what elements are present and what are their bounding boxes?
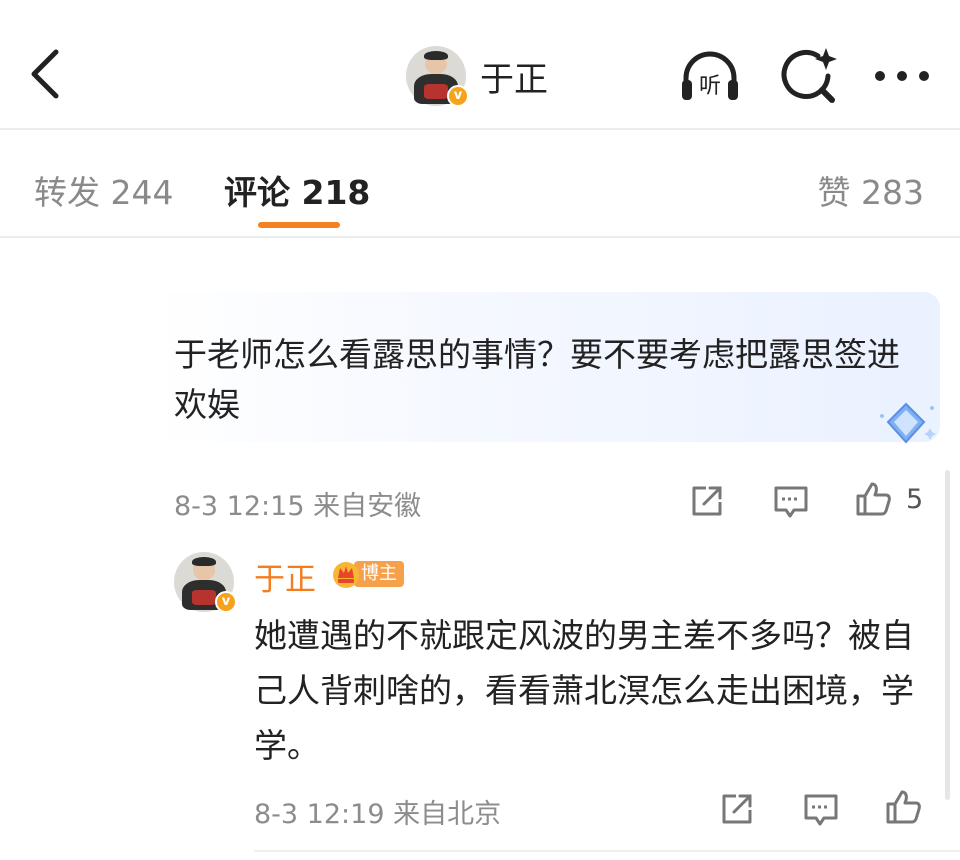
- tab-reposts[interactable]: 转发 244: [34, 166, 173, 214]
- verified-badge-icon: v: [215, 591, 237, 613]
- reply-author-name[interactable]: 于正: [254, 554, 316, 599]
- scrollbar[interactable]: [945, 470, 950, 800]
- tab-comments[interactable]: 评论 218: [224, 166, 370, 214]
- tab-likes[interactable]: 赞 283: [818, 166, 924, 214]
- author-avatar[interactable]: v: [406, 46, 469, 107]
- page-title: 于正: [480, 60, 548, 100]
- back-arrow-icon[interactable]: [22, 44, 72, 104]
- top-bar: v 于正 听: [0, 0, 960, 130]
- share-icon[interactable]: [688, 482, 726, 520]
- reply-text: 她遭遇的不就跟定风波的男主差不多吗？被自己人背刺啥的，看看萧北溟怎么走出困境，学…: [254, 616, 914, 765]
- more-icon[interactable]: [870, 44, 934, 108]
- comment-bubble[interactable]: 于老师怎么看露思的事情？要不要考虑把露思签进欢娱: [150, 292, 940, 444]
- ai-search-icon[interactable]: [776, 44, 840, 108]
- reply-comment-icon[interactable]: [802, 790, 840, 828]
- comment-text: 于老师怎么看露思的事情？要不要考虑把露思签进欢娱: [174, 335, 900, 424]
- blogger-badge: 博主: [330, 558, 406, 590]
- diamond-decoration-icon: [880, 402, 936, 444]
- divider: [254, 850, 960, 852]
- comment-time-location: 8-3 12:15 来自安徽: [174, 491, 422, 522]
- reply-author-avatar[interactable]: v: [174, 552, 237, 613]
- listen-label: 听: [699, 74, 721, 99]
- reply-time-location: 8-3 12:19 来自北京: [254, 799, 502, 830]
- comment-icon[interactable]: [772, 482, 810, 520]
- weibo-comment-page: v 于正 听 转发 244 评论 218 赞 283 于老师怎么看露思的事情？要…: [0, 0, 960, 860]
- listen-headphones-icon[interactable]: 听: [678, 44, 742, 108]
- crown-icon: [333, 562, 359, 588]
- like-icon[interactable]: [854, 480, 892, 518]
- like-count: 5: [906, 484, 924, 515]
- reply-share-icon[interactable]: [718, 790, 756, 828]
- active-tab-indicator: [258, 222, 340, 228]
- reply-like-icon[interactable]: [884, 788, 922, 826]
- verified-badge-icon: v: [447, 85, 469, 107]
- tab-bar: 转发 244 评论 218 赞 283: [0, 130, 960, 238]
